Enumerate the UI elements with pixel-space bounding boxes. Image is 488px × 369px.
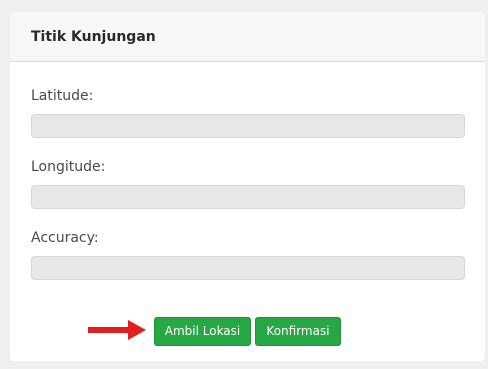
longitude-input[interactable]	[31, 185, 465, 209]
accuracy-input[interactable]	[31, 256, 465, 280]
arrow-right-icon	[88, 320, 146, 340]
ambil-lokasi-button[interactable]: Ambil Lokasi	[154, 317, 251, 346]
accuracy-label: Accuracy:	[31, 230, 99, 246]
card-header: Titik Kunjungan	[10, 12, 485, 62]
titik-kunjungan-card: Titik Kunjungan Latitude: Longitude: Acc…	[10, 12, 485, 361]
card-title: Titik Kunjungan	[31, 29, 156, 45]
konfirmasi-button[interactable]: Konfirmasi	[255, 317, 341, 346]
latitude-label: Latitude:	[31, 88, 94, 104]
latitude-input[interactable]	[31, 114, 465, 138]
longitude-label: Longitude:	[31, 159, 106, 175]
